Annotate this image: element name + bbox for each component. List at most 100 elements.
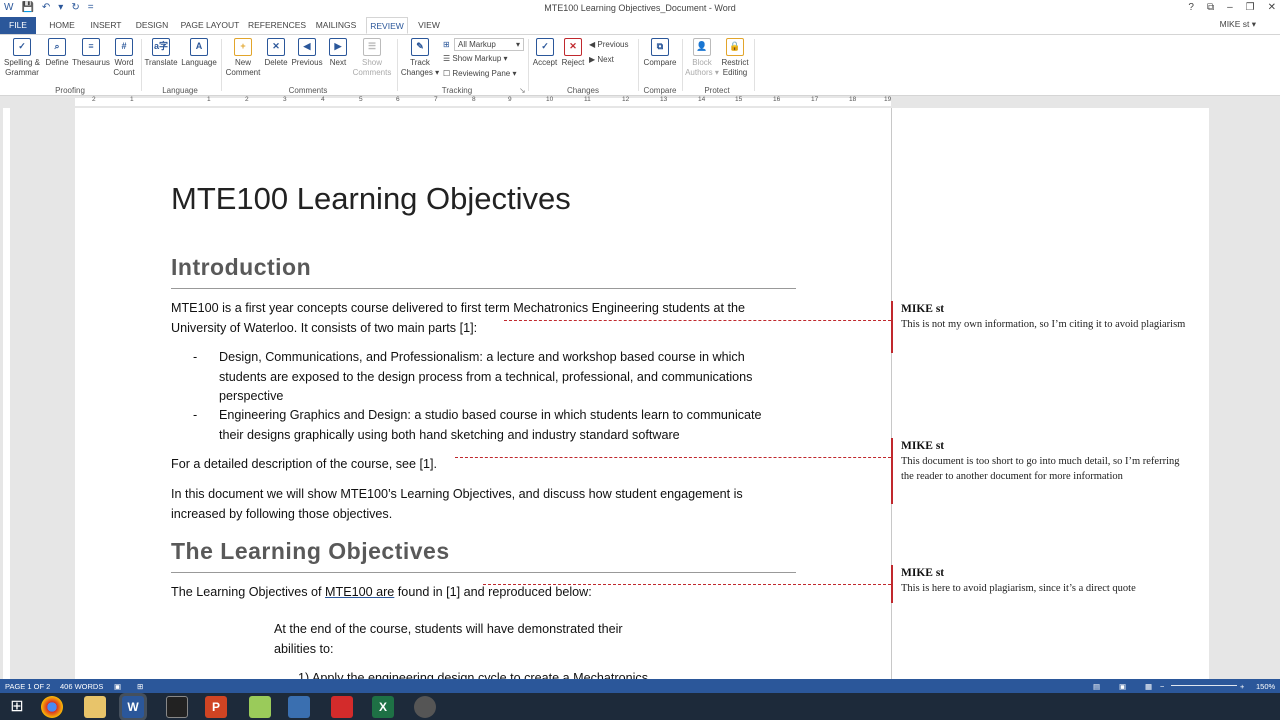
- ruler-number: 1: [130, 96, 134, 103]
- ribbon-separator: [397, 39, 398, 91]
- ruler-number: 9: [508, 96, 512, 103]
- document-body[interactable]: MTE100 Learning Objectives Introduction …: [75, 108, 891, 679]
- vertical-ruler[interactable]: [0, 108, 12, 679]
- bullet-dash: -: [193, 408, 198, 422]
- tab-mailings[interactable]: MAILINGS: [312, 17, 360, 34]
- powerpoint-icon[interactable]: P: [205, 696, 227, 718]
- comment-balloon[interactable]: MIKE st This is not my own information, …: [891, 301, 1191, 353]
- language-button[interactable]: A Language: [180, 38, 218, 68]
- next-change-button[interactable]: ▶ Next: [589, 55, 614, 64]
- comment-text[interactable]: This document is too short to go into mu…: [901, 455, 1191, 484]
- track-changes-button[interactable]: ✎ Track Changes ▾: [400, 38, 440, 78]
- obs-icon[interactable]: [414, 696, 436, 718]
- start-icon[interactable]: ⊞: [6, 696, 28, 718]
- track-changes-icon: ✎: [411, 38, 429, 56]
- command-prompt-icon[interactable]: [166, 696, 188, 718]
- restore-icon[interactable]: ❐: [1246, 2, 1255, 13]
- spelling-grammar-button[interactable]: ✓ Spelling & Grammar: [3, 38, 41, 78]
- previous-change-button[interactable]: ◀ Previous: [589, 40, 629, 49]
- zoom-out-icon[interactable]: −: [1160, 682, 1164, 691]
- comment-leader-line: [504, 320, 891, 321]
- word-count-button[interactable]: # Word Count: [111, 38, 137, 78]
- tab-design[interactable]: DESIGN: [132, 17, 172, 34]
- zoom-slider[interactable]: [1171, 685, 1237, 686]
- zoom-in-icon[interactable]: +: [1240, 682, 1244, 691]
- thesaurus-button[interactable]: ≡ Thesaurus: [72, 38, 110, 68]
- ribbon-display-icon[interactable]: ⧉: [1207, 2, 1214, 13]
- next-comment-button[interactable]: ▶ Next: [325, 38, 351, 68]
- window-controls: ? ⧉ – ❐ ✕: [1188, 2, 1276, 13]
- show-comments-button[interactable]: ☰ Show Comments: [352, 38, 392, 78]
- tab-page-layout[interactable]: PAGE LAYOUT: [178, 17, 242, 34]
- tab-insert[interactable]: INSERT: [86, 17, 126, 34]
- show-comments-icon: ☰: [363, 38, 381, 56]
- heading-rule: [171, 572, 796, 573]
- text-line: In this document we will show MTE100’s L…: [171, 487, 743, 501]
- tab-review[interactable]: REVIEW: [366, 17, 408, 34]
- tracking-options-icon[interactable]: ↘: [519, 86, 526, 95]
- acrobat-icon[interactable]: [331, 696, 353, 718]
- comment-bar: [891, 301, 893, 353]
- text-line: perspective: [219, 389, 284, 403]
- tab-home[interactable]: HOME: [44, 17, 80, 34]
- comment-text[interactable]: This is not my own information, so I’m c…: [901, 318, 1191, 333]
- tracked-text: MTE100 are: [325, 585, 395, 599]
- ruler-number: 13: [660, 96, 668, 103]
- accept-button[interactable]: ✓ Accept: [531, 38, 559, 68]
- tab-file[interactable]: FILE: [0, 17, 36, 34]
- comment-balloon[interactable]: MIKE st This document is too short to go…: [891, 438, 1191, 504]
- close-icon[interactable]: ✕: [1268, 2, 1276, 13]
- proofing-icon[interactable]: ▣: [114, 682, 121, 691]
- ruler-number: 4: [321, 96, 325, 103]
- text-line: students are exposed to the design proce…: [219, 369, 753, 384]
- document-title: MTE100 Learning Objectives: [171, 181, 571, 216]
- ruler-number: 15: [735, 96, 743, 103]
- zoom-level[interactable]: 150%: [1256, 682, 1275, 691]
- display-for-review-dropdown[interactable]: All Markup ▾: [454, 38, 524, 51]
- ribbon-separator: [528, 39, 529, 91]
- ribbon-separator: [638, 39, 639, 91]
- read-mode-icon[interactable]: ▤: [1093, 682, 1100, 691]
- print-layout-icon[interactable]: ▣: [1119, 682, 1126, 691]
- window-title: MTE100 Learning Objectives_Document - Wo…: [544, 3, 736, 13]
- show-markup-button[interactable]: ☰ Show Markup ▾: [443, 54, 508, 63]
- tab-references[interactable]: REFERENCES: [248, 17, 306, 34]
- vertical-scrollbar[interactable]: [1268, 108, 1280, 679]
- help-icon[interactable]: ?: [1188, 2, 1194, 13]
- file-explorer-icon[interactable]: [84, 696, 106, 718]
- notepad-icon[interactable]: [249, 696, 271, 718]
- web-layout-icon[interactable]: ▦: [1145, 682, 1152, 691]
- word-icon[interactable]: W: [122, 696, 144, 718]
- heading-introduction: Introduction: [171, 254, 312, 280]
- app-icon[interactable]: [288, 696, 310, 718]
- compare-button[interactable]: ⧉ Compare: [641, 38, 679, 68]
- comment-balloon[interactable]: MIKE st This is here to avoid plagiarism…: [891, 565, 1191, 603]
- reject-button[interactable]: ✕ Reject: [560, 38, 586, 68]
- excel-icon[interactable]: X: [372, 696, 394, 718]
- ribbon-tabs: FILE HOME INSERT DESIGN PAGE LAYOUT REFE…: [0, 17, 1280, 34]
- horizontal-ruler[interactable]: 2 1 1 2 3 4 5 6 7 8 9 10 11 12 13 14 15 …: [0, 96, 1280, 108]
- macro-icon[interactable]: ⊞: [137, 682, 143, 691]
- word-count[interactable]: 406 WORDS: [60, 682, 103, 691]
- page-count[interactable]: PAGE 1 OF 2: [5, 682, 50, 691]
- document-scope-paragraph: In this document we will show MTE100’s L…: [171, 485, 801, 524]
- ruler-number: 18: [849, 96, 857, 103]
- translate-button[interactable]: a字 Translate: [144, 38, 178, 68]
- delete-comment-button[interactable]: ✕ Delete: [263, 38, 289, 68]
- reviewing-pane-button[interactable]: ☐ Reviewing Pane ▾: [443, 69, 516, 78]
- previous-comment-button[interactable]: ◀ Previous: [291, 38, 323, 68]
- block-authors-button[interactable]: 👤 Block Authors ▾: [684, 38, 720, 78]
- new-comment-button[interactable]: + New Comment: [224, 38, 262, 78]
- chrome-icon[interactable]: [41, 696, 63, 718]
- document-page[interactable]: MTE100 Learning Objectives Introduction …: [75, 108, 1209, 679]
- tab-view[interactable]: VIEW: [414, 17, 444, 34]
- dropdown-arrow-icon: ▾: [515, 40, 520, 49]
- define-button[interactable]: ⌕ Define: [43, 38, 71, 68]
- restrict-editing-button[interactable]: 🔒 Restrict Editing: [720, 38, 750, 78]
- heading-rule: [171, 288, 796, 289]
- comment-text[interactable]: This is here to avoid plagiarism, since …: [901, 582, 1191, 597]
- intro-paragraph: MTE100 is a first year concepts course d…: [171, 299, 801, 338]
- minimize-icon[interactable]: –: [1227, 2, 1233, 13]
- user-account[interactable]: MIKE st ▾: [1220, 19, 1256, 30]
- delete-comment-icon: ✕: [267, 38, 285, 56]
